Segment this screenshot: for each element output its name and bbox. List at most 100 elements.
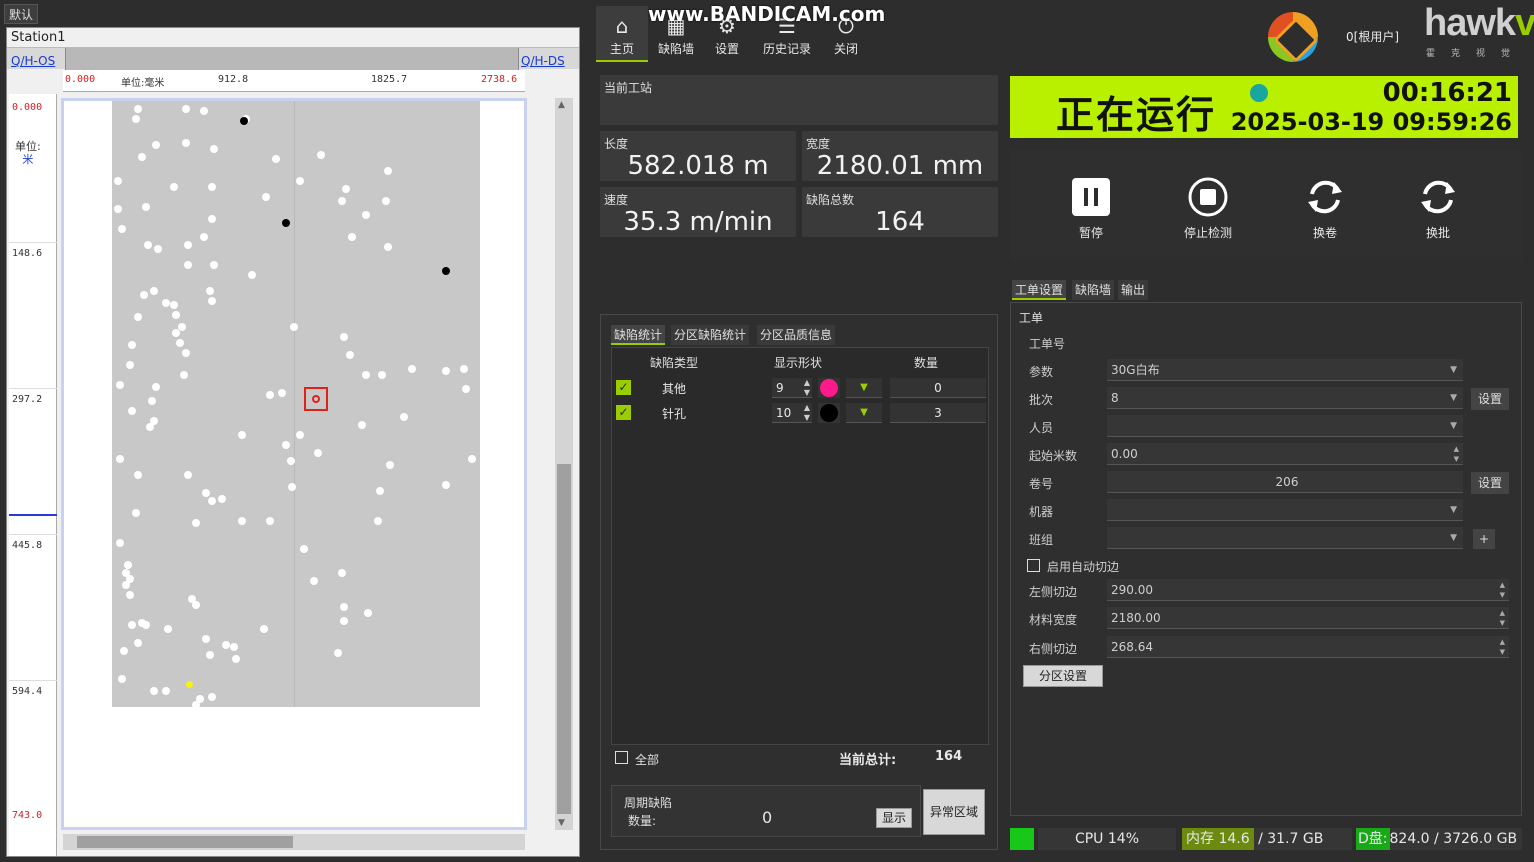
defect-dot[interactable]: [116, 381, 124, 389]
color-picker[interactable]: [818, 378, 840, 398]
tab-output[interactable]: 输出: [1118, 280, 1149, 300]
defect-dot[interactable]: [208, 693, 216, 701]
defect-dot[interactable]: [362, 211, 370, 219]
pinhole-defect-dot[interactable]: [282, 219, 290, 227]
add-team-button[interactable]: +: [1473, 529, 1495, 549]
tab-defect-stats[interactable]: 缺陷统计: [611, 325, 666, 345]
defect-dot[interactable]: [118, 225, 126, 233]
defect-dot[interactable]: [386, 461, 394, 469]
defect-dot[interactable]: [338, 197, 346, 205]
shape-dropdown-icon[interactable]: ▼: [846, 403, 882, 423]
defect-dot[interactable]: [154, 245, 162, 253]
nav-home[interactable]: ⌂ 主页: [596, 6, 648, 62]
team-select[interactable]: ▼: [1107, 527, 1463, 549]
abnormal-area-button[interactable]: 异常区域: [923, 789, 985, 835]
hscroll-thumb[interactable]: [77, 836, 293, 848]
defect-dot[interactable]: [210, 261, 218, 269]
defect-dot[interactable]: [132, 115, 140, 123]
spin-arrows-icon[interactable]: ▲ ▼: [1500, 608, 1505, 628]
defect-dot[interactable]: [378, 371, 386, 379]
change-roll-button[interactable]: 换卷: [1290, 176, 1360, 241]
select-all-checkbox[interactable]: [615, 751, 628, 764]
defect-dot[interactable]: [192, 601, 200, 609]
defect-dot[interactable]: [172, 311, 180, 319]
view-tab-default[interactable]: 默认: [4, 4, 39, 24]
row-checkbox[interactable]: ✓: [616, 405, 631, 420]
defect-dot[interactable]: [142, 621, 150, 629]
defect-dot[interactable]: [176, 339, 184, 347]
defect-dot[interactable]: [122, 581, 130, 589]
defect-dot[interactable]: [114, 205, 122, 213]
defect-dot[interactable]: [178, 323, 186, 331]
defect-dot[interactable]: [180, 371, 188, 379]
defect-dot[interactable]: [334, 649, 342, 657]
batch-set-button[interactable]: 设置: [1471, 388, 1509, 410]
defect-dot[interactable]: [144, 241, 152, 249]
defect-dot[interactable]: [128, 341, 136, 349]
roll-no-input[interactable]: 206: [1107, 471, 1463, 493]
defect-dot[interactable]: [150, 687, 158, 695]
pause-button[interactable]: 暂停: [1056, 176, 1126, 241]
defect-dot[interactable]: [230, 643, 238, 651]
defect-dot[interactable]: [170, 301, 178, 309]
defect-dot[interactable]: [296, 177, 304, 185]
defect-dot[interactable]: [287, 457, 295, 465]
defect-dot[interactable]: [126, 591, 134, 599]
defect-dot[interactable]: [340, 617, 348, 625]
scroll-down-arrow-icon[interactable]: ▼: [558, 818, 565, 828]
row-checkbox[interactable]: ✓: [616, 380, 631, 395]
defect-dot[interactable]: [150, 417, 158, 425]
tab-zone-defect-stats[interactable]: 分区缺陷统计: [671, 325, 750, 345]
defect-dot[interactable]: [162, 687, 170, 695]
defect-dot[interactable]: [138, 153, 146, 161]
defect-dot[interactable]: [468, 455, 476, 463]
defect-dot[interactable]: [248, 271, 256, 279]
defect-dot[interactable]: [182, 139, 190, 147]
defect-dot[interactable]: [340, 333, 348, 341]
param-select[interactable]: 30G白布 ▼: [1107, 359, 1463, 381]
shape-spinbox[interactable]: 10 ▲ ▼: [772, 403, 812, 423]
map-horizontal-scrollbar[interactable]: [63, 834, 525, 850]
defect-dot[interactable]: [384, 243, 392, 251]
shape-spinbox[interactable]: 9 ▲ ▼: [772, 378, 812, 398]
defect-dot[interactable]: [376, 487, 384, 495]
defect-dot[interactable]: [310, 577, 318, 585]
defect-dot[interactable]: [340, 603, 348, 611]
defect-dot[interactable]: [192, 519, 200, 527]
defect-dot[interactable]: [272, 155, 280, 163]
defect-dot[interactable]: [442, 481, 450, 489]
color-picker[interactable]: [818, 403, 840, 423]
scroll-thumb[interactable]: [557, 464, 571, 814]
table-row[interactable]: ✓ 针孔 10 ▲ ▼ ▼ 3: [612, 401, 988, 425]
tab-zone-quality-info[interactable]: 分区品质信息: [757, 325, 836, 345]
defect-dot[interactable]: [408, 365, 416, 373]
stop-detection-button[interactable]: 停止检测: [1173, 176, 1243, 241]
defect-dot[interactable]: [206, 651, 214, 659]
defect-dot[interactable]: [460, 365, 468, 373]
spin-arrows-icon[interactable]: ▲ ▼: [1500, 580, 1505, 600]
defect-dot[interactable]: [134, 639, 142, 647]
highlighted-defect-dot[interactable]: [186, 681, 193, 688]
defect-dot[interactable]: [182, 105, 190, 113]
defect-dot[interactable]: [362, 371, 370, 379]
roll-set-button[interactable]: 设置: [1471, 472, 1509, 494]
show-button[interactable]: 显示: [876, 808, 912, 828]
defect-dot[interactable]: [124, 561, 132, 569]
defect-dot[interactable]: [170, 183, 178, 191]
defect-dot[interactable]: [222, 641, 230, 649]
defect-dot[interactable]: [348, 233, 356, 241]
spin-arrows-icon[interactable]: ▲ ▼: [804, 378, 810, 398]
defect-map-canvas[interactable]: [61, 98, 527, 830]
defect-dot[interactable]: [374, 517, 382, 525]
defect-dot[interactable]: [200, 233, 208, 241]
defect-dot[interactable]: [296, 431, 304, 439]
defect-dot[interactable]: [148, 397, 156, 405]
defect-dot[interactable]: [300, 545, 308, 553]
defect-dot[interactable]: [278, 389, 286, 397]
defect-dot[interactable]: [120, 647, 128, 655]
defect-dot[interactable]: [290, 323, 298, 331]
defect-dot[interactable]: [150, 287, 158, 295]
q-h-os-link[interactable]: Q/H-OS: [11, 54, 55, 68]
tab-work-order[interactable]: 工单设置: [1012, 280, 1067, 300]
defect-dot[interactable]: [132, 509, 140, 517]
